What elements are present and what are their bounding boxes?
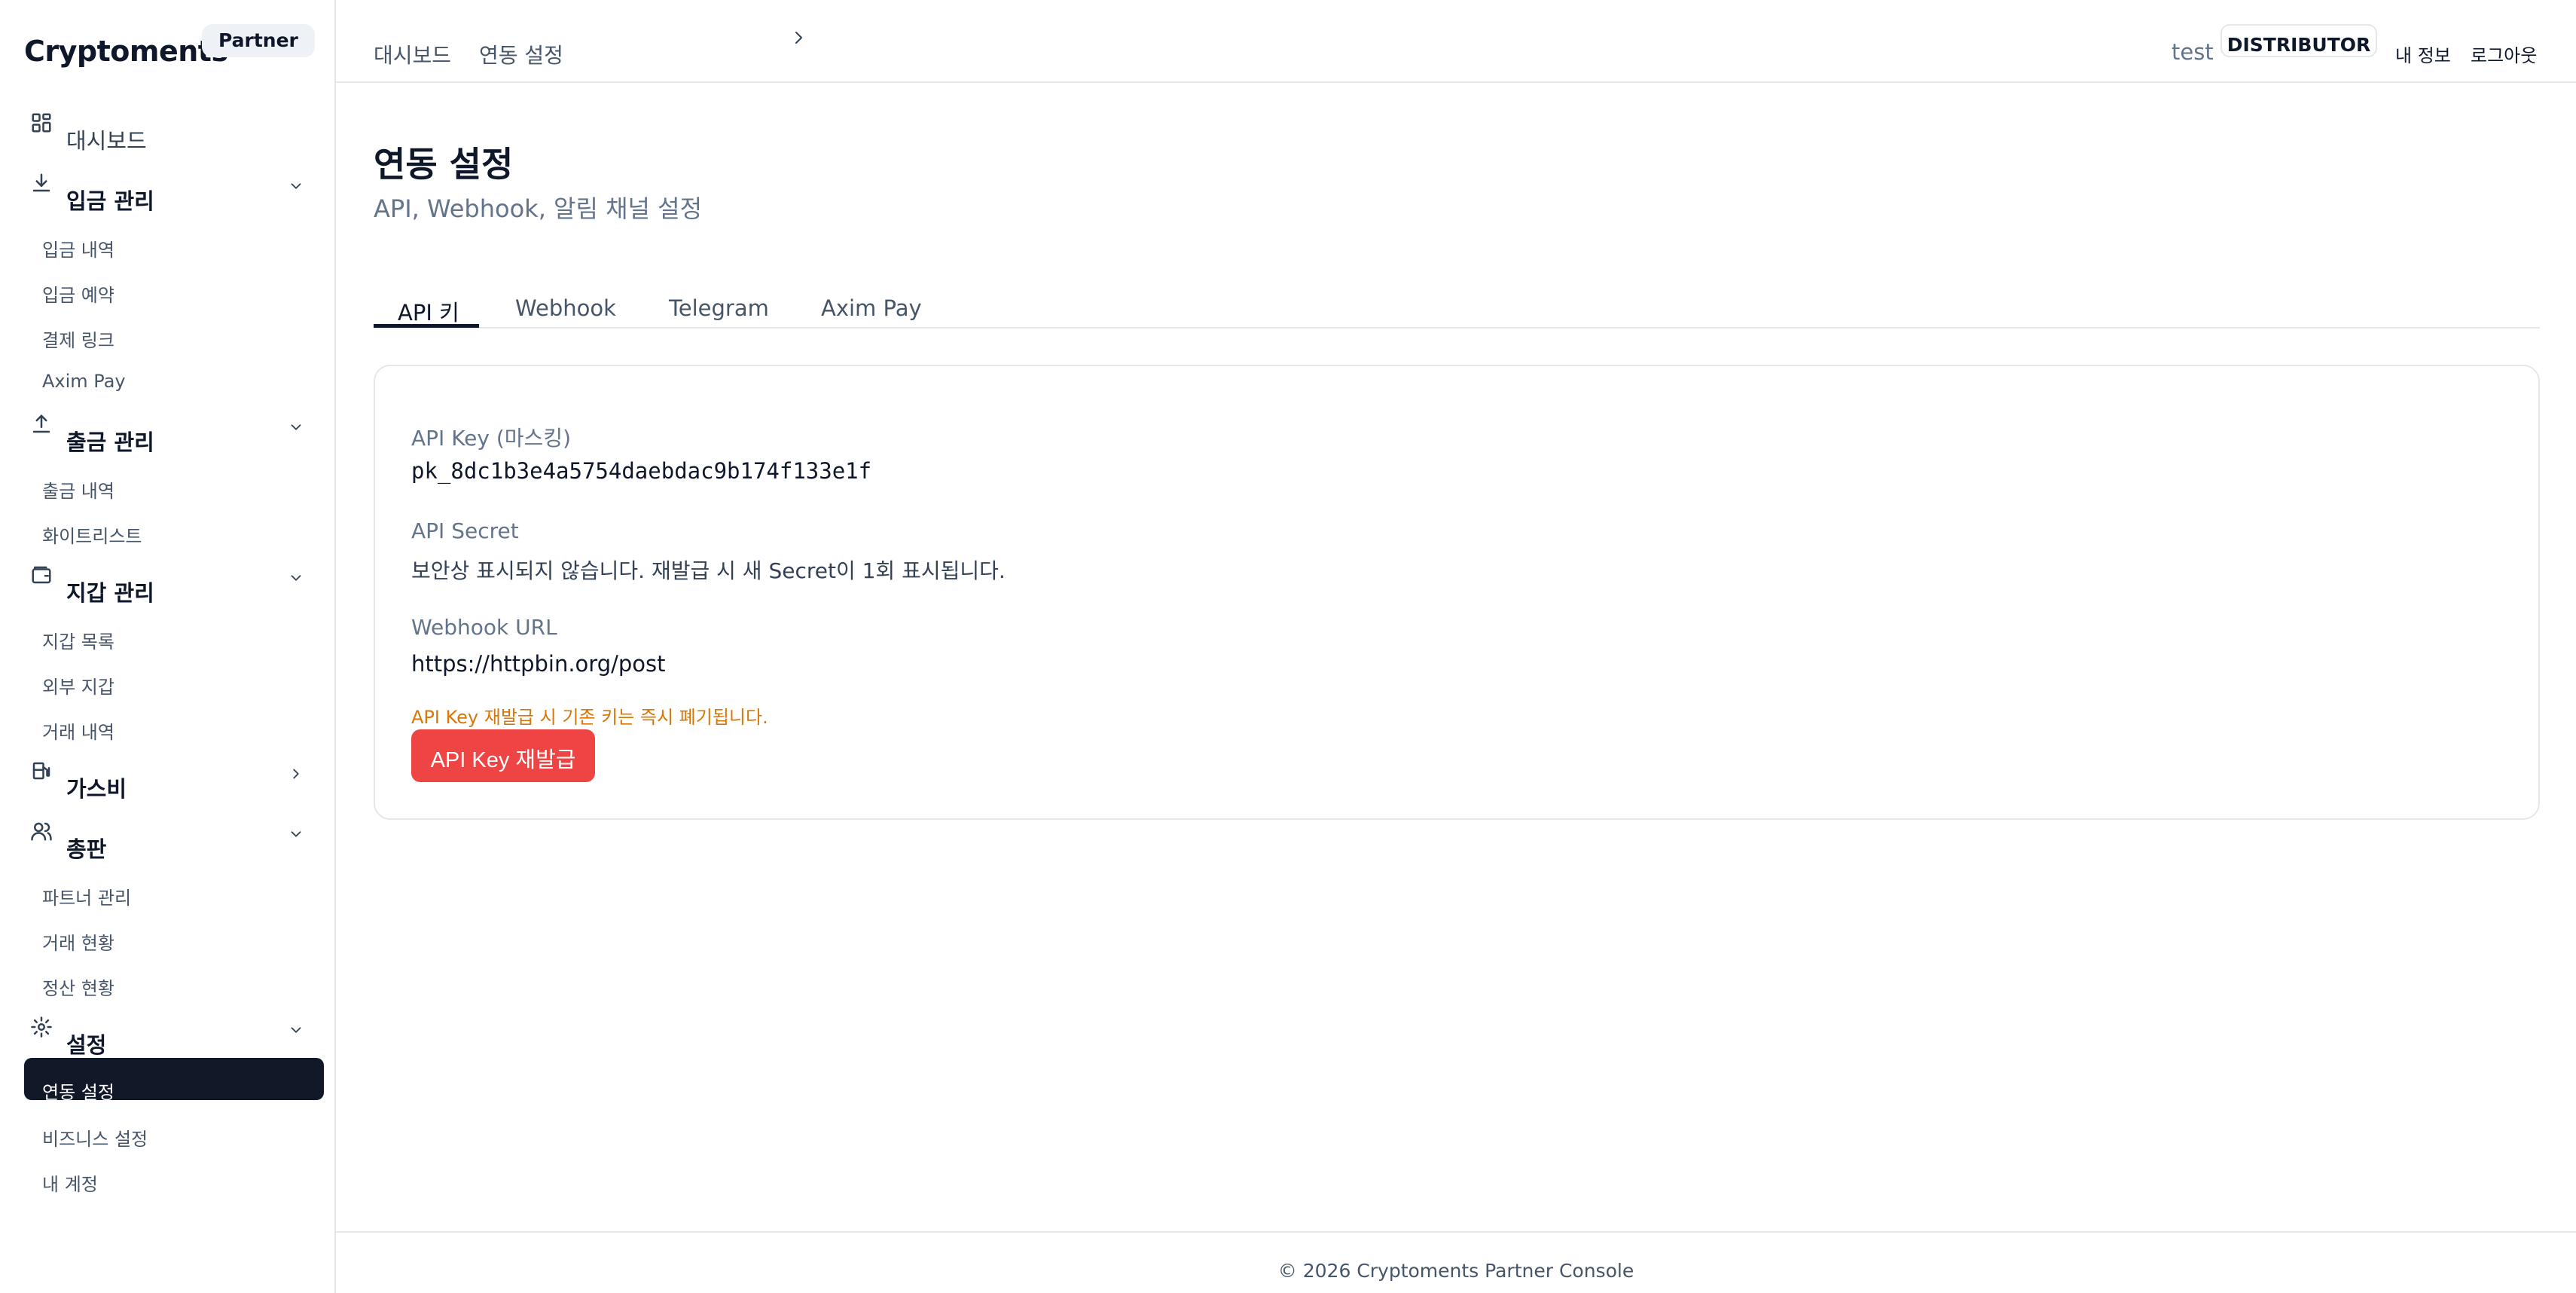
- brand-logo[interactable]: Cryptoments: [24, 35, 228, 68]
- sidebar-item-partner-management[interactable]: 파트너 관리: [42, 883, 131, 909]
- sidebar-section-label: 가스비: [66, 776, 127, 802]
- sidebar-section-label: 출금 관리: [66, 429, 154, 455]
- chevron-down-icon[interactable]: [288, 826, 304, 842]
- users-icon: [31, 822, 52, 841]
- my-info-link[interactable]: 내 정보: [2395, 41, 2451, 67]
- wallet-icon: [32, 566, 51, 584]
- api-key-value: pk_8dc1b3e4a5754daebdac9b174f133e1f: [411, 458, 872, 484]
- chevron-down-icon[interactable]: [288, 178, 304, 194]
- sidebar-section-wallet[interactable]: 지갑 관리: [24, 562, 310, 606]
- sidebar-item-axim-pay[interactable]: Axim Pay: [42, 371, 126, 392]
- role-badge: DISTRIBUTOR: [2220, 24, 2377, 57]
- tab-bar: API 키 Webhook Telegram Axim Pay: [374, 291, 2540, 329]
- top-bar: 대시보드 연동 설정 test DISTRIBUTOR 내 정보 로그아웃: [336, 0, 2576, 83]
- sidebar-item-deposit-reservation[interactable]: 입금 예약: [42, 280, 114, 307]
- sidebar-section-withdraw[interactable]: 출금 관리: [24, 411, 310, 455]
- fuel-icon: [32, 762, 50, 780]
- breadcrumb-item-dashboard[interactable]: 대시보드: [374, 39, 451, 69]
- sidebar-item-trade-status[interactable]: 거래 현황: [42, 928, 114, 955]
- webhook-url-label: Webhook URL: [411, 615, 557, 640]
- sidebar-item-wallet-list[interactable]: 지갑 목록: [42, 627, 114, 653]
- download-icon: [32, 173, 50, 192]
- reissue-api-key-button[interactable]: API Key 재발급: [411, 729, 595, 782]
- api-secret-label: API Secret: [411, 518, 519, 543]
- sidebar-item-whitelist[interactable]: 화이트리스트: [42, 521, 142, 548]
- sidebar-section-deposit[interactable]: 입금 관리: [24, 170, 310, 214]
- gear-icon: [31, 1016, 52, 1038]
- sidebar-item-dashboard[interactable]: 대시보드: [24, 110, 310, 154]
- sidebar-section-label: 설정: [66, 1032, 107, 1058]
- logout-link[interactable]: 로그아웃: [2471, 41, 2537, 67]
- api-secret-note: 보안상 표시되지 않습니다. 재발급 시 새 Secret이 1회 표시됩니다.: [411, 558, 1006, 583]
- sidebar-item-transactions[interactable]: 거래 내역: [42, 717, 114, 744]
- tab-telegram[interactable]: Telegram: [669, 295, 769, 321]
- tab-api-key[interactable]: API 키: [398, 295, 459, 327]
- sidebar-item-label: 대시보드: [66, 128, 147, 154]
- sidebar-item-settlement-status[interactable]: 정산 현황: [42, 974, 114, 1000]
- webhook-url-value: https://httpbin.org/post: [411, 651, 666, 677]
- tab-webhook[interactable]: Webhook: [515, 295, 616, 321]
- chevron-right-icon[interactable]: [288, 766, 304, 782]
- upload-icon: [32, 414, 50, 433]
- sidebar-item-withdraw-history[interactable]: 출금 내역: [42, 476, 114, 503]
- breadcrumb-item-current: 연동 설정: [479, 43, 563, 68]
- sidebar-section-settings[interactable]: 설정: [24, 1014, 310, 1058]
- footer-copyright: © 2026 Cryptoments Partner Console: [1277, 1260, 1634, 1282]
- chevron-down-icon[interactable]: [288, 1022, 304, 1038]
- sidebar-item-deposit-history[interactable]: 입금 내역: [42, 235, 114, 261]
- sidebar-section-gas[interactable]: 가스비: [24, 758, 310, 802]
- sidebar-section-distributor[interactable]: 총판: [24, 818, 310, 862]
- api-key-label: API Key (마스킹): [411, 426, 571, 451]
- active-tab-indicator: [374, 324, 479, 328]
- partner-badge: Partner: [202, 24, 315, 57]
- api-key-card: API Key (마스킹) pk_8dc1b3e4a5754daebdac9b1…: [374, 365, 2540, 820]
- page-subtitle: API, Webhook, 알림 채널 설정: [374, 194, 703, 223]
- sidebar-item-my-account[interactable]: 내 계정: [42, 1169, 98, 1196]
- chevron-down-icon[interactable]: [288, 419, 304, 436]
- sidebar-item-external-wallet[interactable]: 외부 지갑: [42, 672, 114, 698]
- grid-icon: [32, 113, 51, 133]
- sidebar-section-label: 지갑 관리: [66, 580, 154, 606]
- reissue-warning: API Key 재발급 시 기존 키는 즉시 폐기됩니다.: [411, 707, 768, 728]
- tab-axim-pay[interactable]: Axim Pay: [821, 295, 922, 321]
- user-name: test: [2172, 39, 2214, 65]
- sidebar-section-label: 입금 관리: [66, 188, 154, 214]
- sidebar-item-integration-settings[interactable]: 연동 설정: [24, 1058, 324, 1103]
- sidebar-item-label: 연동 설정: [42, 1082, 114, 1103]
- footer: © 2026 Cryptoments Partner Console: [336, 1231, 2576, 1293]
- sidebar-section-label: 총판: [66, 836, 107, 862]
- chevron-down-icon[interactable]: [288, 570, 304, 586]
- page-title: 연동 설정: [374, 144, 514, 185]
- sidebar-item-business-settings[interactable]: 비즈니스 설정: [42, 1124, 148, 1151]
- chevron-right-icon: [795, 32, 802, 44]
- sidebar: Cryptoments Partner 대시보드 입금 관리 입금 내역 입금 …: [0, 0, 336, 1293]
- sidebar-item-payment-link[interactable]: 결제 링크: [42, 326, 114, 352]
